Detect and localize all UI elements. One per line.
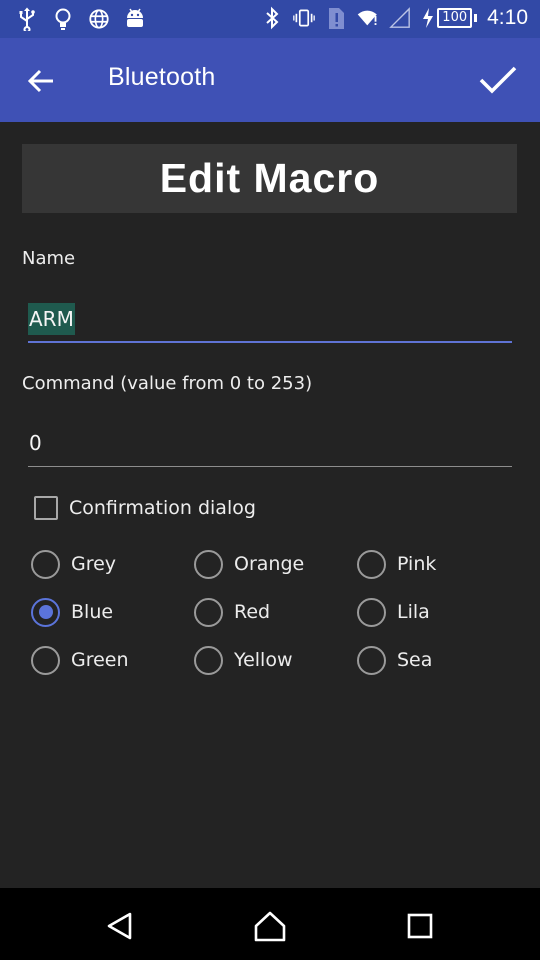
page-title: Edit Macro (159, 155, 380, 201)
globe-icon (88, 6, 110, 32)
radio-red[interactable]: Red (194, 594, 270, 630)
battery-indicator: 100 (421, 5, 478, 31)
bluetooth-icon (261, 5, 283, 31)
radio-circle[interactable] (194, 549, 223, 579)
back-button[interactable] (20, 60, 62, 102)
system-nav-bar (0, 888, 540, 960)
radio-circle[interactable] (31, 645, 60, 675)
radio-green[interactable]: Green (31, 642, 129, 678)
command-input-value: 0 (29, 431, 42, 455)
radio-blue[interactable]: Blue (31, 594, 113, 630)
name-label: Name (22, 248, 76, 269)
sim-alert-icon (325, 5, 347, 31)
radio-label: Grey (71, 553, 117, 575)
radio-label: Blue (71, 601, 114, 623)
radio-lila[interactable]: Lila (357, 594, 430, 630)
radio-circle[interactable] (357, 549, 386, 579)
radio-label: Sea (397, 649, 433, 671)
name-input-value: ARM (28, 303, 75, 335)
radio-sea[interactable]: Sea (357, 642, 432, 678)
battery-tip (474, 14, 478, 22)
nav-home-button[interactable] (250, 906, 290, 946)
name-input-underline (28, 341, 512, 343)
radio-yellow[interactable]: Yellow (194, 642, 293, 678)
page-heading: Edit Macro (22, 144, 517, 213)
battery-level: 100 (437, 8, 473, 28)
radio-circle[interactable] (357, 645, 386, 675)
toolbar-title: Bluetooth (108, 63, 216, 91)
signal-icon (389, 5, 411, 31)
name-input[interactable]: ARM (28, 303, 512, 343)
confirmation-checkbox[interactable] (34, 496, 58, 520)
radio-orange[interactable]: Orange (194, 546, 304, 582)
radio-circle[interactable] (357, 597, 386, 627)
nav-back-button[interactable] (100, 906, 140, 946)
vibrate-icon (293, 5, 316, 31)
confirmation-label: Confirmation dialog (69, 497, 256, 519)
radio-label: Pink (397, 553, 437, 575)
arrow-back-icon (27, 69, 53, 93)
lightbulb-icon (52, 6, 74, 32)
charging-icon (421, 5, 435, 31)
radio-label: Yellow (234, 649, 293, 671)
radio-circle[interactable] (194, 645, 223, 675)
radio-grey[interactable]: Grey (31, 546, 116, 582)
confirmation-checkbox-row[interactable]: Confirmation dialog (34, 496, 256, 520)
android-icon (124, 6, 146, 32)
radio-label: Lila (397, 601, 430, 623)
radio-label: Green (71, 649, 129, 671)
app-toolbar: Bluetooth (0, 38, 540, 122)
recents-icon (407, 913, 433, 939)
command-input[interactable]: 0 (28, 427, 512, 467)
command-label: Command (value from 0 to 253) (22, 373, 313, 394)
radio-label: Red (234, 601, 271, 623)
command-input-underline (28, 466, 512, 467)
back-triangle-icon (107, 912, 132, 940)
home-icon (254, 911, 286, 942)
radio-label: Orange (234, 553, 305, 575)
radio-circle[interactable] (194, 597, 223, 627)
radio-circle[interactable] (31, 549, 60, 579)
status-bar: 100 4:10 (0, 0, 540, 38)
radio-circle[interactable] (31, 597, 60, 627)
check-icon (479, 66, 517, 94)
usb-icon (16, 6, 38, 32)
nav-recents-button[interactable] (400, 906, 440, 946)
radio-pink[interactable]: Pink (357, 546, 436, 582)
save-button[interactable] (476, 58, 520, 102)
status-time: 4:10 (487, 6, 528, 29)
wifi-icon (357, 5, 379, 31)
